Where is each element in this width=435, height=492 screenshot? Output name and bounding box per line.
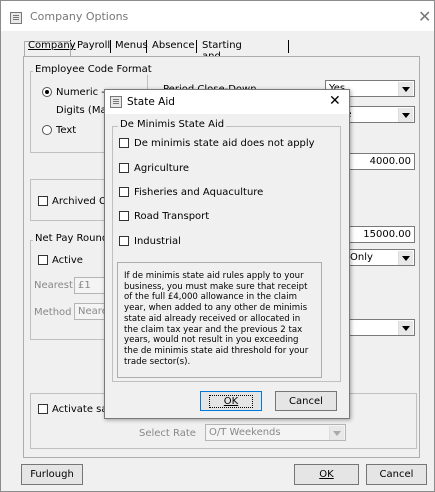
amount-field-2[interactable]: 15000.00 xyxy=(346,226,415,243)
option-checkbox-not-apply[interactable] xyxy=(119,138,129,148)
option-checkbox-fisheries[interactable] xyxy=(119,187,129,197)
chevron-down-icon xyxy=(398,251,413,265)
ok-button[interactable]: OK xyxy=(294,464,359,485)
dialog-ok-button[interactable]: OK xyxy=(200,391,262,411)
method-label: Method xyxy=(34,307,72,318)
tab-payroll[interactable]: Payroll xyxy=(77,40,110,51)
select-rate-select[interactable]: O/T Weekends xyxy=(205,424,346,441)
select-rate-label: Select Rate xyxy=(139,428,196,439)
archived-checkbox[interactable] xyxy=(38,196,48,206)
dialog-title: State Aid xyxy=(127,96,175,108)
blank-select[interactable] xyxy=(346,319,415,336)
furlough-button[interactable]: Furlough xyxy=(21,464,83,485)
tab-absence[interactable]: Absence xyxy=(152,40,195,51)
cancel-button[interactable]: Cancel xyxy=(366,464,427,485)
numeric-label: Numeric - xyxy=(56,87,105,98)
option-checkbox-road-transport[interactable] xyxy=(119,211,129,221)
chevron-down-icon xyxy=(329,426,344,440)
chevron-down-icon xyxy=(398,108,413,122)
dialog-title-bar: State Aid ✕ xyxy=(105,90,349,114)
tab-company-label: Company xyxy=(28,40,76,51)
window-title: Company Options xyxy=(30,10,129,23)
dialog-cancel-button[interactable]: Cancel xyxy=(275,391,337,411)
option-label: De minimis state aid does not apply xyxy=(134,138,315,149)
net-pay-active-label: Active xyxy=(52,255,83,266)
title-bar: Company Options ✕ xyxy=(1,1,434,31)
info-text: If de minimis state aid rules apply to y… xyxy=(117,262,322,378)
text-radio[interactable] xyxy=(42,125,52,135)
option-label: Agriculture xyxy=(134,163,189,174)
option-label: Road Transport xyxy=(134,211,210,222)
app-icon xyxy=(10,12,22,24)
activate-checkbox[interactable] xyxy=(38,404,48,414)
dialog-app-icon xyxy=(110,96,122,108)
chevron-down-icon xyxy=(398,321,413,335)
close-icon[interactable]: ✕ xyxy=(418,7,431,26)
option-label: Fisheries and Aquaculture xyxy=(134,187,264,198)
chevron-down-icon xyxy=(398,82,413,96)
dialog-close-icon[interactable]: ✕ xyxy=(329,93,341,109)
option-checkbox-industrial[interactable] xyxy=(119,236,129,246)
net-pay-active-checkbox[interactable] xyxy=(38,255,48,265)
option-label: Industrial xyxy=(134,236,181,247)
option-checkbox-agriculture[interactable] xyxy=(119,163,129,173)
only-select[interactable]: Only xyxy=(346,249,415,266)
de-minimis-group-label: De Minimis State Aid xyxy=(118,119,227,130)
nearest-label: Nearest xyxy=(34,280,73,291)
amount-field-1[interactable]: 4000.00 xyxy=(346,153,415,170)
text-label: Text xyxy=(56,125,77,136)
employee-code-group-label: Employee Code Format xyxy=(33,64,154,75)
numeric-radio[interactable] xyxy=(42,87,52,97)
state-aid-dialog: State Aid ✕ De Minimis State Aid De mini… xyxy=(104,89,350,419)
tab-menus[interactable]: Menus xyxy=(115,40,148,51)
